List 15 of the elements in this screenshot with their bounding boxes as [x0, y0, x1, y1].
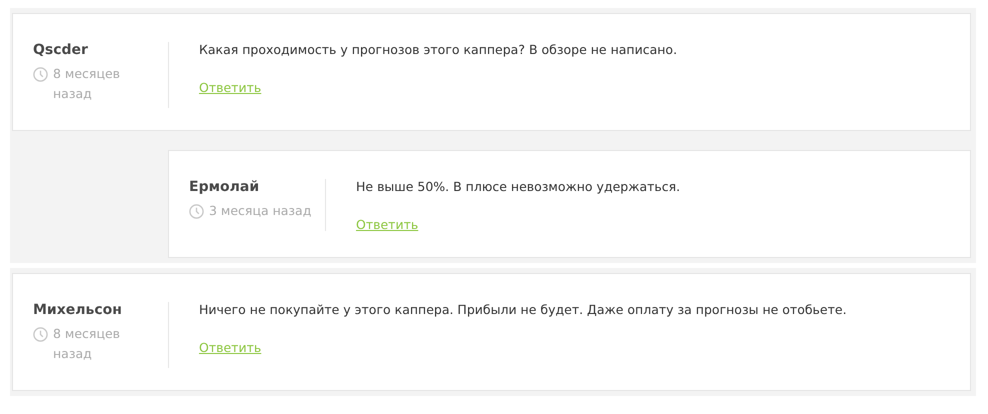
clock-icon — [189, 204, 204, 219]
author-name: Михельсон — [33, 302, 123, 318]
comment-time: 8 месяцев назад — [53, 65, 122, 103]
clock-icon — [33, 67, 48, 82]
comment-text: Какая проходимость у прогнозов этого каппера? В обзоре не написано. — [199, 42, 678, 57]
comment-time: 8 месяцев назад — [53, 325, 122, 363]
comment-text: Ничего не покупайте у этого каппера. Прибыли не будет. Даже оплату за прогнозы не отобьете. — [199, 302, 847, 317]
author-name: Ермолай — [189, 179, 260, 195]
reply-link[interactable]: Ответить — [356, 217, 418, 232]
comment-time: 3 месяца назад — [209, 202, 312, 220]
reply-link[interactable]: Ответить — [199, 80, 262, 95]
author-name: Qscder — [33, 42, 89, 58]
clock-icon — [33, 327, 48, 342]
comment-text: Не выше 50%. В плюсе невозможно удержаться. — [356, 179, 680, 194]
reply-link[interactable]: Ответить — [199, 340, 262, 355]
